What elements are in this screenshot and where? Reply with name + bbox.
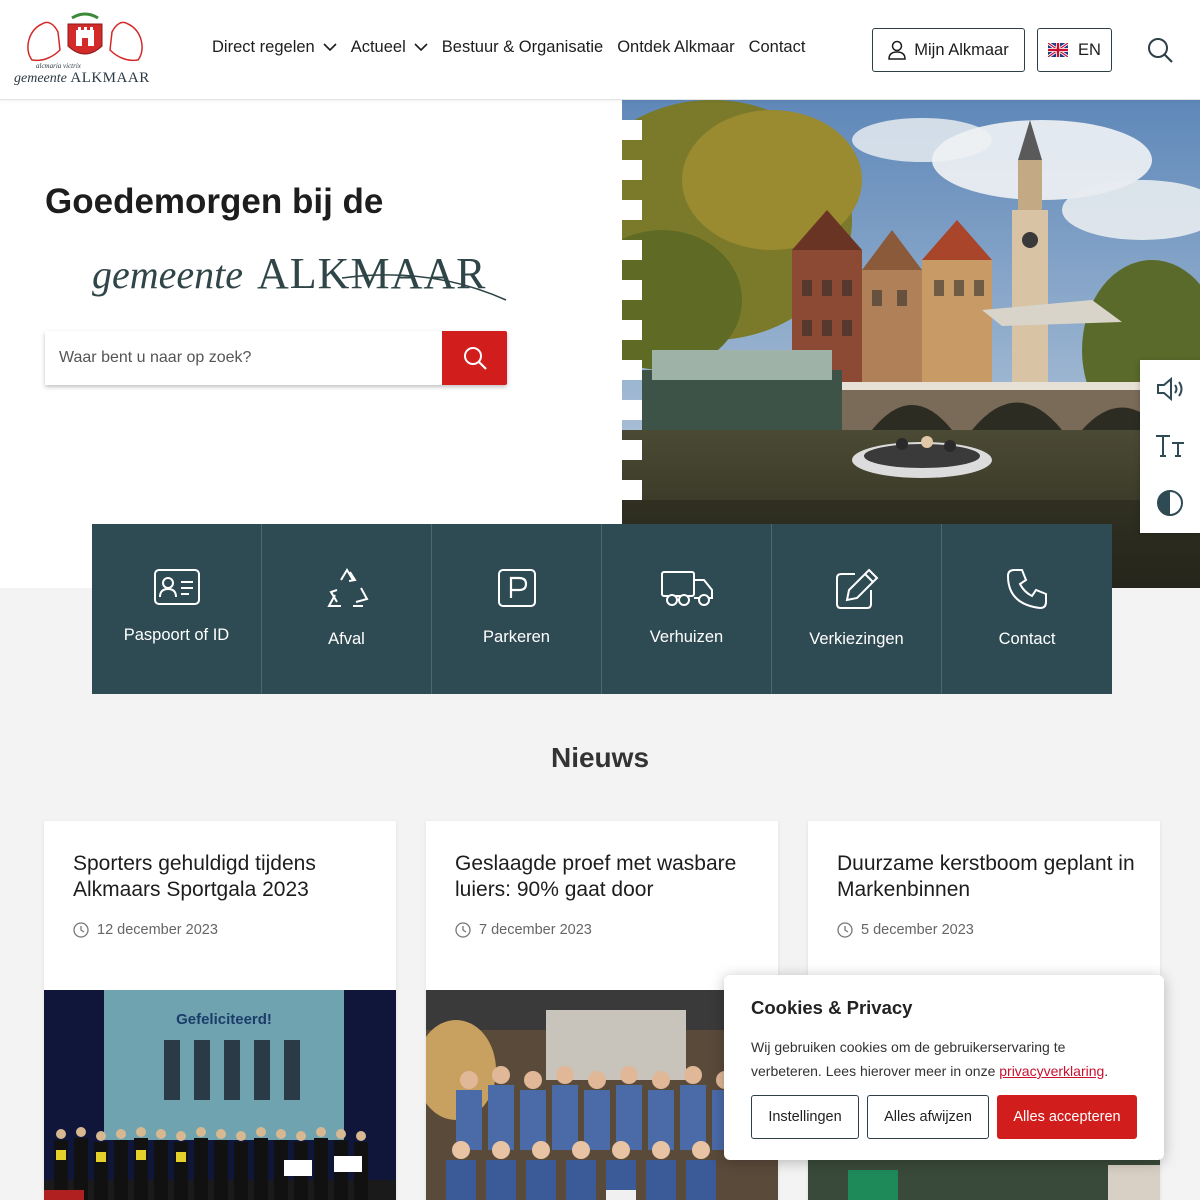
site-header: alcmaria victrix gemeente ALKMAAR Direct… bbox=[0, 0, 1200, 100]
tile-afval[interactable]: Afval bbox=[262, 524, 432, 694]
news-card[interactable]: Sporters gehuldigd tijdens Alkmaars Spor… bbox=[44, 821, 396, 1200]
speaker-icon bbox=[1157, 376, 1183, 401]
tile-label: Afval bbox=[328, 630, 365, 648]
nav-label: Contact bbox=[748, 38, 806, 56]
search-icon bbox=[463, 347, 487, 370]
tile-verhuizen[interactable]: Verhuizen bbox=[602, 524, 772, 694]
edge-notch bbox=[622, 280, 642, 300]
id-card-icon bbox=[153, 569, 200, 605]
edge-notch bbox=[622, 400, 642, 420]
edge-notch bbox=[622, 360, 642, 380]
news-card-date-text: 7 december 2023 bbox=[479, 922, 592, 938]
language-switch-button[interactable]: EN bbox=[1037, 28, 1112, 72]
pencil-icon bbox=[835, 568, 878, 609]
clock-icon bbox=[455, 922, 471, 938]
cookie-title: Cookies & Privacy bbox=[751, 997, 913, 1018]
cookie-text: Wij gebruiken cookies om de gebruikerser… bbox=[751, 1035, 1137, 1083]
recycle-icon bbox=[326, 568, 368, 607]
chevron-down-icon bbox=[414, 43, 428, 52]
cookie-banner: Cookies & Privacy Wij gebruiken cookies … bbox=[724, 975, 1164, 1160]
news-card-date-text: 12 december 2023 bbox=[97, 922, 218, 938]
nav-label: Bestuur & Organisatie bbox=[441, 38, 604, 56]
photo-banner-text: Gefeliciteerd! bbox=[176, 1011, 272, 1028]
truck-icon bbox=[660, 571, 713, 606]
search-icon[interactable] bbox=[1146, 36, 1174, 64]
main-nav: Direct regelen Actueel Bestuur & Organis… bbox=[212, 38, 819, 57]
hero-search bbox=[45, 331, 507, 385]
edge-notch bbox=[622, 480, 642, 500]
contrast-icon bbox=[1157, 489, 1183, 516]
edge-notch bbox=[622, 200, 642, 220]
edge-notch bbox=[622, 440, 642, 460]
cookie-settings-button[interactable]: Instellingen bbox=[751, 1095, 859, 1139]
clock-icon bbox=[73, 922, 89, 938]
tile-verkiezingen[interactable]: Verkiezingen bbox=[772, 524, 942, 694]
nav-actueel[interactable]: Actueel bbox=[351, 38, 428, 57]
brand-swoosh-icon bbox=[341, 274, 507, 301]
news-card-image: Gefeliciteerd! bbox=[44, 990, 396, 1200]
news-card-title[interactable]: Geslaagde proef met wasbare luiers: 90% … bbox=[455, 851, 755, 903]
uk-flag-icon bbox=[1048, 43, 1069, 57]
logo-word-alkmaar: ALKMAAR bbox=[70, 70, 150, 86]
logo-wordmark: gemeente ALKMAAR bbox=[14, 70, 150, 87]
accessibility-toolbar bbox=[1140, 360, 1200, 533]
edge-notch bbox=[622, 320, 642, 340]
nav-bestuur-organisatie[interactable]: Bestuur & Organisatie bbox=[442, 38, 603, 57]
tile-label: Contact bbox=[998, 630, 1056, 648]
tile-contact[interactable]: Contact bbox=[942, 524, 1112, 694]
nav-contact[interactable]: Contact bbox=[749, 38, 806, 57]
hero-search-input[interactable] bbox=[45, 331, 442, 385]
hero-canal-photo bbox=[622, 100, 1200, 588]
edge-notch bbox=[622, 240, 642, 260]
logo-word-gemeente: gemeente bbox=[14, 71, 67, 86]
tile-label: Paspoort of ID bbox=[123, 626, 230, 644]
news-card-date: 5 december 2023 bbox=[837, 922, 974, 938]
gemeente-alkmaar-logo[interactable]: alcmaria victrix gemeente ALKMAAR bbox=[14, 10, 156, 92]
user-icon bbox=[888, 40, 907, 60]
canal-scene-image bbox=[622, 100, 1200, 588]
tile-paspoort[interactable]: Paspoort of ID bbox=[92, 524, 262, 694]
nav-ontdek-alkmaar[interactable]: Ontdek Alkmaar bbox=[617, 38, 734, 57]
language-label: EN bbox=[1078, 40, 1101, 59]
logo-motto: alcmaria victrix bbox=[36, 62, 81, 70]
nav-label: Direct regelen bbox=[212, 38, 315, 56]
sportgala-photo: Gefeliciteerd! bbox=[44, 990, 396, 1200]
mijn-alkmaar-button[interactable]: Mijn Alkmaar bbox=[872, 28, 1025, 72]
news-card-title[interactable]: Sporters gehuldigd tijdens Alkmaars Spor… bbox=[73, 851, 373, 903]
mijn-alkmaar-label: Mijn Alkmaar bbox=[914, 40, 1009, 59]
coat-of-arms-icon bbox=[27, 12, 143, 62]
text-size-button[interactable] bbox=[1140, 417, 1200, 474]
hero-greeting: Goedemorgen bij de bbox=[45, 182, 384, 221]
nav-label: Ontdek Alkmaar bbox=[617, 38, 735, 56]
parking-icon bbox=[497, 569, 536, 607]
news-heading: Nieuws bbox=[550, 742, 650, 773]
hero-search-button[interactable] bbox=[442, 331, 507, 385]
contrast-button[interactable] bbox=[1140, 474, 1200, 531]
tile-label: Parkeren bbox=[483, 628, 550, 646]
news-card-date: 12 december 2023 bbox=[73, 922, 218, 938]
nav-direct-regelen[interactable]: Direct regelen bbox=[212, 38, 337, 57]
clock-icon bbox=[837, 922, 853, 938]
read-aloud-button[interactable] bbox=[1140, 360, 1200, 417]
edge-notch bbox=[622, 120, 642, 140]
privacy-link[interactable]: privacyverklaring bbox=[999, 1063, 1104, 1079]
news-card-date-text: 5 december 2023 bbox=[861, 922, 974, 938]
cookie-accept-button[interactable]: Alles accepteren bbox=[997, 1095, 1137, 1139]
phone-icon bbox=[1006, 569, 1047, 610]
tile-parkeren[interactable]: Parkeren bbox=[432, 524, 602, 694]
text-size-icon bbox=[1156, 434, 1184, 457]
news-card-title[interactable]: Duurzame kerstboom geplant in Markenbinn… bbox=[837, 851, 1137, 903]
task-tiles: Paspoort of ID Afval Parkeren Verhuizen … bbox=[92, 524, 1112, 694]
chevron-down-icon bbox=[323, 43, 337, 52]
nav-label: Actueel bbox=[350, 38, 406, 56]
hero-photo-edge bbox=[622, 120, 642, 520]
hero-brand-gemeente: gemeente bbox=[92, 252, 244, 297]
cookie-reject-button[interactable]: Alles afwijzen bbox=[867, 1095, 989, 1139]
cookie-text-end: . bbox=[1104, 1063, 1109, 1079]
edge-notch bbox=[622, 160, 642, 180]
tile-label: Verkiezingen bbox=[809, 630, 904, 648]
cookie-actions: Instellingen Alles afwijzen Alles accept… bbox=[751, 1095, 1137, 1139]
news-card-date: 7 december 2023 bbox=[455, 922, 592, 938]
tile-label: Verhuizen bbox=[649, 628, 724, 646]
